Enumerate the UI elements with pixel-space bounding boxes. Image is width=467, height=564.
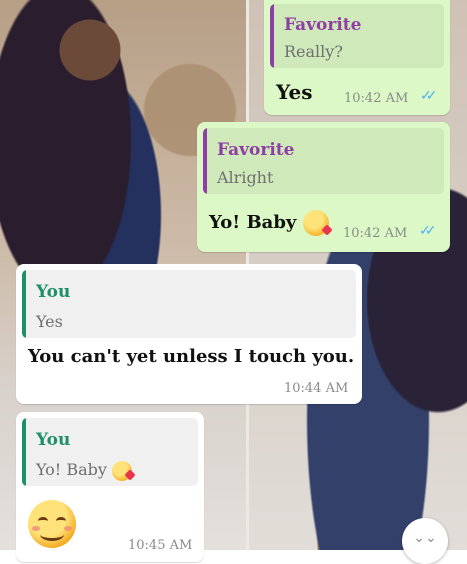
reply-quote[interactable]: Favorite Really?	[270, 4, 444, 68]
double-chevron-down-icon: ⌄⌄	[413, 530, 437, 546]
message-time: 10:42 AM	[343, 226, 408, 241]
read-receipt-icon: ✓✓	[419, 223, 437, 239]
quote-text: Alright	[217, 168, 274, 187]
smile-emoji-icon	[28, 500, 76, 548]
read-receipt-icon: ✓✓	[420, 88, 438, 104]
quote-accent-bar	[22, 270, 26, 338]
quote-accent-bar	[203, 128, 207, 194]
message-time: 10:45 AM	[128, 538, 193, 553]
scroll-down-button[interactable]: ⌄⌄	[402, 518, 448, 564]
message-text: Yo! Baby	[209, 210, 333, 236]
quote-author: Favorite	[217, 140, 295, 160]
kiss-emoji-icon	[302, 210, 333, 236]
quote-text: Really?	[284, 42, 343, 61]
quote-text: Yo! Baby	[36, 460, 136, 481]
reply-quote[interactable]: Favorite Alright	[203, 128, 444, 194]
quote-accent-bar	[270, 4, 274, 68]
message-text-content: Yo! Baby	[209, 212, 297, 233]
reply-quote[interactable]: You Yo! Baby	[22, 418, 198, 486]
quote-text-content: Yo! Baby	[36, 460, 107, 479]
quote-accent-bar	[22, 418, 26, 486]
quote-author: You	[36, 282, 71, 302]
message-text: You can't yet unless I touch you.	[28, 346, 355, 367]
quote-author: Favorite	[284, 15, 362, 35]
message-bubble-outgoing[interactable]: Favorite Really? Yes 10:42 AM ✓✓	[264, 0, 450, 115]
kiss-emoji-icon	[112, 460, 136, 481]
message-time: 10:44 AM	[284, 381, 349, 396]
message-time: 10:42 AM	[344, 91, 409, 106]
message-bubble-incoming[interactable]: You Yo! Baby 10:45 AM	[16, 412, 204, 562]
quote-text: Yes	[36, 312, 63, 331]
message-bubble-outgoing[interactable]: Favorite Alright Yo! Baby 10:42 AM ✓✓	[197, 122, 450, 252]
message-text: Yes	[276, 80, 313, 104]
quote-author: You	[36, 430, 71, 450]
reply-quote[interactable]: You Yes	[22, 270, 356, 338]
message-bubble-incoming[interactable]: You Yes You can't yet unless I touch you…	[16, 264, 362, 404]
